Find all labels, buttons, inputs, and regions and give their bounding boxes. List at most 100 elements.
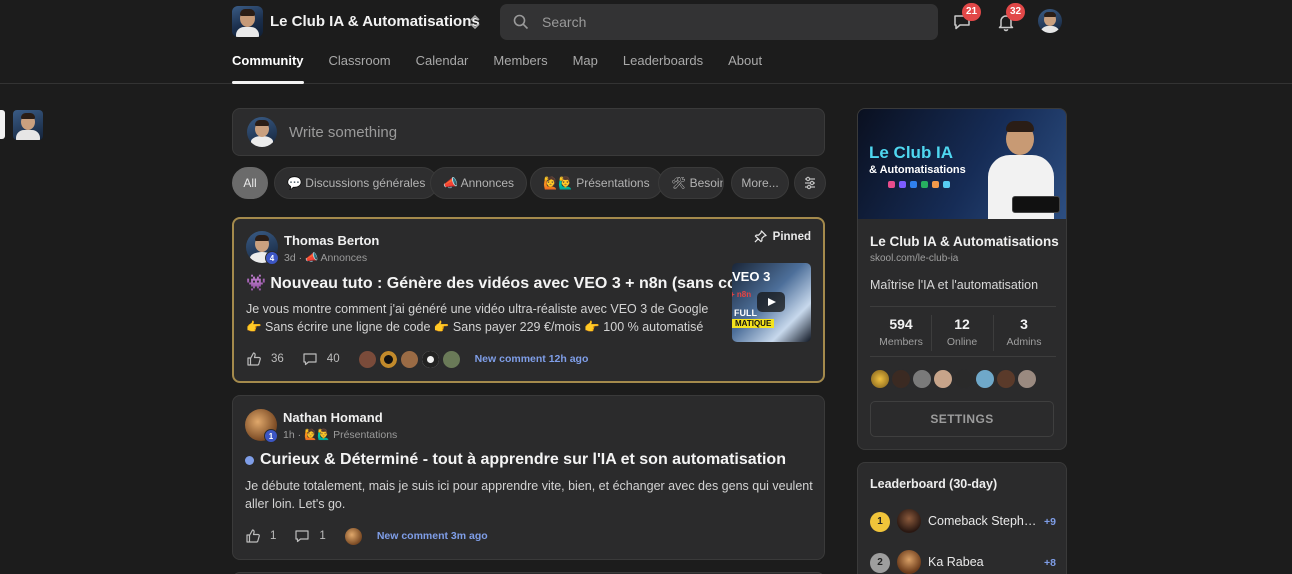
post-time: 1h (283, 429, 295, 441)
commenter-avatar (420, 349, 440, 369)
leaderboard-title: Leaderboard (30-day) (870, 477, 998, 491)
sidebar-group-avatar[interactable] (13, 110, 43, 140)
leaderboard-points: +8 (1044, 557, 1056, 569)
post-video-thumbnail[interactable]: VEO 3 + n8n FULL MATIQUE (732, 263, 811, 342)
group-title: Le Club IA & Automatisations (870, 234, 1059, 249)
banner-title: Le Club IA (869, 143, 954, 162)
stat-members[interactable]: 594 Members (870, 316, 932, 348)
post-excerpt: Je vous montre comment j'ai généré une v… (246, 302, 709, 334)
post-excerpt: Je débute totalement, mais je suis ici p… (245, 479, 813, 511)
divider (870, 356, 1056, 357)
tab-calendar[interactable]: Calendar (416, 52, 469, 84)
unread-dot (245, 455, 254, 465)
post-meta: 1h · 🙋🙋‍♂️ Présentations (283, 429, 398, 441)
post-title[interactable]: 👾 Nouveau tuto : Génère des vidéos avec … (246, 273, 767, 293)
filter-settings-button[interactable] (794, 167, 826, 199)
group-about-card: Le Club IA & Automatisations Le Club IA … (857, 108, 1067, 450)
comment-button[interactable]: 40 (302, 351, 340, 367)
comment-count: 1 (319, 530, 326, 542)
author-level-badge: 1 (264, 429, 278, 443)
like-button[interactable]: 36 (246, 351, 284, 367)
post-meta: 3d · 📣 Annonces (284, 252, 368, 264)
member-avatars[interactable] (870, 369, 1038, 389)
notifications-badge: 32 (1006, 3, 1026, 21)
tab-members[interactable]: Members (493, 52, 547, 84)
post-card[interactable]: 1 Nathan Homand 1h · 🙋🙋‍♂️ Présentations… (232, 395, 825, 560)
leaderboard-name: Comeback Stephane (928, 514, 1040, 528)
tab-map[interactable]: Map (573, 52, 598, 84)
sliders-icon (805, 176, 815, 190)
gold-medal-icon: 1 (870, 512, 890, 532)
post-stats: 36 40 New comment 12h ago (246, 349, 588, 369)
active-group-indicator (0, 110, 5, 139)
chat-badge: 21 (962, 3, 982, 21)
filter-more[interactable]: More... (731, 167, 789, 199)
new-comment-link[interactable]: New comment 12h ago (475, 353, 589, 365)
filter-presentations[interactable]: 🙋🙋‍♂️ Présentations (530, 167, 663, 199)
tool-logos (888, 181, 950, 188)
like-count: 1 (270, 530, 277, 542)
tab-community[interactable]: Community (232, 52, 304, 84)
commenter-avatar (399, 349, 419, 369)
tab-classroom[interactable]: Classroom (329, 52, 391, 84)
group-switcher-icon[interactable] (467, 12, 483, 32)
post-card-pinned[interactable]: 4 Thomas Berton 3d · 📣 Annonces Pinned 👾… (232, 217, 825, 383)
filter-annonces[interactable]: 📣 Annonces (430, 167, 527, 199)
post-title[interactable]: Curieux & Déterminé - tout à apprendre s… (260, 451, 786, 469)
filter-besoin[interactable]: 🛠 Besoin (658, 167, 724, 199)
leaderboard-row[interactable]: 2 Ka Rabea +8 (870, 550, 1056, 574)
post-stats: 1 1 New comment 3m ago (245, 526, 488, 546)
search-input[interactable] (542, 4, 922, 40)
composer-avatar (247, 117, 277, 147)
chat-button[interactable]: 21 (952, 3, 982, 32)
composer-placeholder: Write something (289, 124, 398, 141)
notifications-button[interactable]: 32 (996, 3, 1026, 32)
pinned-label: Pinned (772, 230, 811, 243)
post-author[interactable]: Thomas Berton (284, 233, 379, 248)
group-logo[interactable] (232, 6, 263, 37)
category-filters: All 💬 Discussions générales 📣 Annonces 🙋… (232, 167, 826, 199)
banner-subtitle: & Automatisations (869, 164, 966, 176)
post-author[interactable]: Nathan Homand (283, 410, 383, 425)
like-button[interactable]: 1 (245, 528, 276, 544)
post-composer[interactable]: Write something (232, 108, 825, 156)
tab-about[interactable]: About (728, 52, 762, 84)
tab-leaderboards[interactable]: Leaderboards (623, 52, 703, 84)
group-url[interactable]: skool.com/le-club-ia (870, 253, 958, 264)
banner-author-tag (1012, 196, 1060, 213)
divider (870, 306, 1056, 307)
new-comment-link[interactable]: New comment 3m ago (377, 530, 488, 542)
commenter-avatar (357, 349, 377, 369)
silver-medal-icon: 2 (870, 553, 890, 573)
group-name[interactable]: Le Club IA & Automatisations (270, 13, 480, 30)
post-category[interactable]: 📣 Annonces (305, 252, 367, 264)
post-category[interactable]: 🙋🙋‍♂️ Présentations (304, 429, 397, 441)
stat-admins[interactable]: 3 Admins (993, 316, 1055, 348)
thumbs-up-icon (247, 352, 261, 366)
author-level-badge: 4 (265, 251, 279, 265)
leaderboard-row[interactable]: 1 Comeback Stephane +9 (870, 509, 1056, 535)
comment-icon (303, 353, 317, 366)
commenter-avatar (343, 526, 363, 546)
user-avatar[interactable] (1038, 9, 1062, 33)
settings-button[interactable]: SETTINGS (870, 401, 1054, 437)
pinned-tag: Pinned (754, 230, 811, 243)
thumbs-up-icon (246, 529, 260, 543)
filter-all[interactable]: All (232, 167, 268, 199)
like-count: 36 (271, 353, 284, 365)
post-time: 3d (284, 252, 296, 264)
comment-count: 40 (326, 353, 340, 365)
group-banner[interactable]: Le Club IA & Automatisations (858, 109, 1066, 219)
group-description: Maîtrise l'IA et l'automatisation (870, 278, 1039, 292)
post-title-row[interactable]: Curieux & Déterminé - tout à apprendre s… (245, 451, 786, 469)
search-bar[interactable] (500, 4, 938, 40)
filter-discussions[interactable]: 💬 Discussions générales (274, 167, 439, 199)
community-tabs: Community Classroom Calendar Members Map… (232, 52, 787, 84)
leaderboard-avatar (897, 550, 921, 574)
pin-icon (754, 230, 767, 243)
top-navigation-bar: Le Club IA & Automatisations 21 32 Commu… (0, 0, 1292, 84)
comment-icon (295, 530, 310, 543)
comment-button[interactable]: 1 (294, 528, 326, 544)
stat-online[interactable]: 12 Online (931, 316, 993, 348)
leaderboard-card: Leaderboard (30-day) 1 Comeback Stephane… (857, 462, 1067, 574)
